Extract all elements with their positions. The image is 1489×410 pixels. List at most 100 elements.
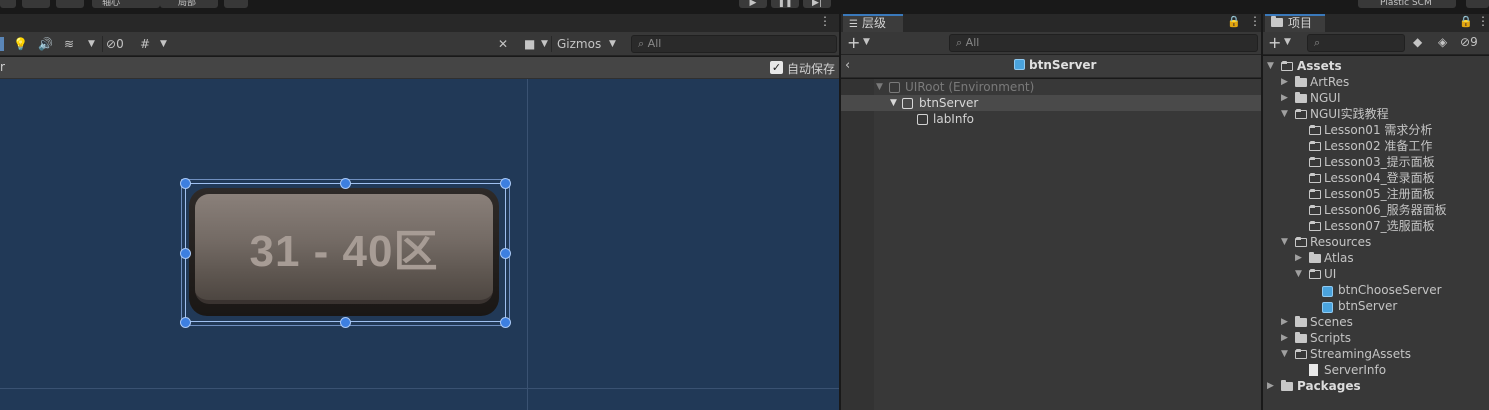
add-icon[interactable]: + — [1268, 33, 1281, 52]
hierarchy-list — [841, 79, 1261, 410]
resize-handle[interactable] — [500, 178, 511, 189]
eye-slash-icon: ⊘ — [106, 37, 117, 51]
resize-handle[interactable] — [180, 178, 191, 189]
local-toggle[interactable]: 局部 — [160, 0, 218, 8]
tree-item[interactable]: btnChooseServer — [1263, 282, 1489, 298]
tree-item-label: Lesson04_登录面板 — [1324, 171, 1435, 185]
tree-item[interactable]: Lesson04_登录面板 — [1263, 170, 1489, 186]
chevron-down-icon[interactable]: ▼ — [876, 79, 883, 95]
tree-item[interactable]: ▶ Packages — [1263, 378, 1489, 394]
hidden-objects-toggle[interactable]: ⊘0 — [106, 35, 124, 53]
hidden-packages-toggle[interactable]: ⊘9 — [1460, 35, 1478, 49]
tab-project[interactable]: 项目 — [1265, 14, 1325, 32]
search-icon: ⌕ — [956, 36, 966, 49]
light-icon[interactable]: 💡 — [13, 35, 28, 53]
resize-handle[interactable] — [500, 248, 511, 259]
filter-by-type-icon[interactable]: ◆ — [1413, 35, 1422, 49]
more-options-icon[interactable]: ⋮ — [1477, 14, 1489, 28]
tree-item[interactable]: ▼ NGUI实践教程 — [1263, 106, 1489, 122]
tool-button[interactable] — [0, 0, 16, 8]
tree-item[interactable]: ▶ Atlas — [1263, 250, 1489, 266]
grid-snap-button[interactable] — [224, 0, 248, 8]
project-search-input[interactable]: ⌕ — [1307, 34, 1405, 52]
tree-item-label: Lesson05_注册面板 — [1324, 187, 1435, 201]
pivot-toggle[interactable]: 轴心 — [92, 0, 160, 8]
tree-item[interactable]: Lesson07_选服面板 — [1263, 218, 1489, 234]
tool-button[interactable] — [22, 0, 50, 8]
tree-item[interactable]: ▶ Scenes — [1263, 314, 1489, 330]
chevron-right-icon[interactable]: ▶ — [1281, 330, 1291, 346]
chevron-down-icon[interactable]: ▼ — [1281, 346, 1291, 362]
audio-icon[interactable]: 🔊 — [38, 35, 53, 53]
effects-icon[interactable]: ≋ — [64, 35, 74, 53]
more-options-icon[interactable]: ⋮ — [819, 14, 831, 28]
lock-icon[interactable]: 🔒 — [1459, 15, 1473, 28]
gizmos-button[interactable]: Gizmos — [557, 35, 601, 53]
chevron-down-icon[interactable]: ▼ — [863, 37, 870, 47]
tree-item[interactable]: ▶ Scripts — [1263, 330, 1489, 346]
folder-icon — [1309, 252, 1321, 263]
account-button[interactable] — [1466, 0, 1489, 8]
resize-handle[interactable] — [340, 178, 351, 189]
chevron-right-icon[interactable]: ▶ — [1281, 74, 1291, 90]
chevron-down-icon[interactable]: ▼ — [1281, 106, 1291, 122]
chevron-right-icon[interactable]: ▶ — [1267, 378, 1277, 394]
folder-empty-icon — [1309, 157, 1321, 167]
back-icon[interactable]: ‹ — [845, 58, 850, 73]
lock-icon[interactable]: 🔒 — [1227, 15, 1241, 28]
tree-item[interactable]: ServerInfo — [1263, 362, 1489, 378]
resize-handle[interactable] — [340, 317, 351, 328]
hierarchy-item[interactable]: ▼ UIRoot (Environment) — [841, 79, 1261, 95]
tree-item[interactable]: ▼ Resources — [1263, 234, 1489, 250]
tree-item[interactable]: Lesson02 准备工作 — [1263, 138, 1489, 154]
tree-item[interactable]: Lesson06_服务器面板 — [1263, 202, 1489, 218]
resize-handle[interactable] — [180, 248, 191, 259]
autosave-checkbox[interactable]: ✓ — [770, 61, 783, 74]
resize-handle[interactable] — [500, 317, 511, 328]
scene-viewport[interactable]: 31 - 40区 — [0, 79, 839, 410]
hierarchy-item[interactable]: labInfo — [841, 111, 1261, 127]
tree-item[interactable]: Lesson05_注册面板 — [1263, 186, 1489, 202]
tools-icon[interactable]: ✕ — [498, 35, 508, 53]
plastic-scm-button[interactable]: Plastic SCM — [1358, 0, 1456, 8]
chevron-down-icon[interactable]: ▼ — [890, 95, 897, 111]
tree-item-label: Lesson01 需求分析 — [1324, 123, 1433, 137]
more-options-icon[interactable]: ⋮ — [1249, 14, 1261, 28]
chevron-down-icon[interactable]: ▼ — [609, 35, 616, 53]
chevron-down-icon[interactable]: ▼ — [88, 35, 95, 53]
tree-item[interactable]: btnServer — [1263, 298, 1489, 314]
resize-handle[interactable] — [180, 317, 191, 328]
folder-icon — [1295, 316, 1307, 327]
chevron-down-icon[interactable]: ▼ — [160, 35, 167, 53]
play-button[interactable]: ▶ — [739, 0, 767, 8]
step-button[interactable]: ▶| — [803, 0, 831, 8]
add-icon[interactable]: + — [847, 33, 860, 52]
chevron-right-icon[interactable]: ▶ — [1295, 250, 1305, 266]
chevron-down-icon[interactable]: ▼ — [541, 35, 548, 53]
scene-search-input[interactable]: ⌕ All — [631, 35, 837, 53]
folder-icon — [1295, 332, 1307, 343]
hierarchy-item[interactable]: ▼ btnServer — [841, 95, 1261, 111]
tool-button[interactable] — [56, 0, 84, 8]
folder-open-icon — [1309, 269, 1321, 279]
label-icon[interactable]: ◈ — [1438, 35, 1447, 49]
chevron-right-icon[interactable]: ▶ — [1281, 314, 1291, 330]
chevron-down-icon[interactable]: ▼ — [1295, 266, 1305, 282]
chevron-down-icon[interactable]: ▼ — [1284, 37, 1291, 47]
tab-hierarchy[interactable]: ☰ 层级 — [843, 14, 903, 32]
grid-icon[interactable]: # — [140, 35, 150, 53]
chevron-down-icon[interactable]: ▼ — [1281, 234, 1291, 250]
tree-item[interactable]: ▼ StreamingAssets — [1263, 346, 1489, 362]
chevron-right-icon[interactable]: ▶ — [1281, 90, 1291, 106]
tree-item[interactable]: ▼ Assets — [1263, 58, 1489, 74]
camera-icon[interactable]: ■ — [524, 35, 535, 53]
mode-toggle[interactable] — [0, 37, 4, 51]
tree-item[interactable]: ▶ NGUI — [1263, 90, 1489, 106]
chevron-down-icon[interactable]: ▼ — [1267, 58, 1277, 74]
tree-item[interactable]: Lesson03_提示面板 — [1263, 154, 1489, 170]
tree-item[interactable]: ▶ ArtRes — [1263, 74, 1489, 90]
tree-item[interactable]: Lesson01 需求分析 — [1263, 122, 1489, 138]
hierarchy-search-input[interactable]: ⌕ All — [949, 34, 1258, 52]
pause-button[interactable]: ❚❚ — [771, 0, 799, 8]
tree-item[interactable]: ▼ UI — [1263, 266, 1489, 282]
